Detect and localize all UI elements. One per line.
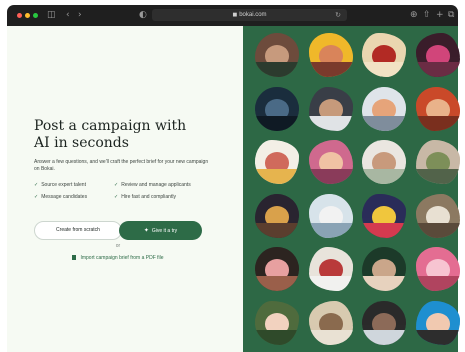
photo-layer [309,61,353,77]
creator-photo [416,301,460,345]
photo-layer [362,168,406,184]
photo-layer [309,115,353,131]
creator-photo [309,247,353,291]
share-icon[interactable]: ⇧ [423,9,431,21]
creator-photo [255,301,299,345]
address-bar[interactable]: ■ bokai.com ↻ [152,9,347,21]
photo-layer [416,115,460,131]
chevron-left-icon[interactable]: ‹ [66,9,70,21]
minimize-window-button[interactable] [25,13,30,18]
check-icon: ✓ [34,182,39,188]
feature-item: ✓ Review and manage applicants [114,182,214,188]
creator-photo [362,247,406,291]
creator-photo [362,140,406,184]
url-text: bokai.com [239,12,267,18]
give-it-a-try-label: Give it a try [151,228,178,234]
feature-label: Review and manage applicants [121,182,191,188]
photo-layer [309,222,353,238]
photo-layer [255,115,299,131]
sidebar-icon[interactable]: ◫ [47,9,56,21]
photo-layer [416,275,460,291]
creator-photo [416,194,460,238]
page-subtitle: Answer a few questions, and we'll craft … [34,159,209,172]
download-icon[interactable]: ⊕ [410,9,418,21]
creator-photo [362,194,406,238]
lock-icon: ■ [232,12,238,18]
feature-item: ✓ Hire fast and compliantly [114,194,214,200]
photo-layer [362,275,406,291]
creator-photo [309,301,353,345]
creator-photo [255,140,299,184]
creator-photo [416,140,460,184]
feature-item: ✓ Message candidates [34,194,114,200]
creator-photo [255,247,299,291]
photo-layer [309,329,353,345]
feature-list: ✓ Source expert talent ✓ Review and manage… [34,182,224,200]
photo-layer [362,222,406,238]
chevron-right-icon[interactable]: › [78,9,82,21]
creator-photo [309,194,353,238]
create-from-scratch-button[interactable]: Create from scratch [34,221,122,240]
creator-photo-grid [243,26,460,352]
url-display: ■ bokai.com [152,10,347,20]
photo-layer [362,329,406,345]
creator-photo [416,247,460,291]
import-pdf-link[interactable]: Import campaign brief from a PDF file [34,254,202,262]
feature-label: Message candidates [41,194,88,200]
check-icon: ✓ [34,194,39,200]
creator-photo [362,87,406,131]
photo-layer [255,222,299,238]
document-icon [72,255,77,260]
plus-icon[interactable]: + [436,9,444,21]
close-window-button[interactable] [17,13,22,18]
feature-label: Source expert talent [41,182,86,188]
campaign-intro-panel: Post a campaign with AI in seconds Answe… [7,26,243,352]
photo-layer [255,61,299,77]
creator-photo [255,87,299,131]
photo-layer [362,115,406,131]
creator-photo [255,194,299,238]
check-icon: ✓ [114,182,119,188]
or-divider: or [115,243,121,249]
creator-photo [309,33,353,77]
creator-photo [309,140,353,184]
shield-icon[interactable]: ◐ [139,9,147,21]
photo-layer [416,168,460,184]
photo-layer [416,329,460,345]
feature-item: ✓ Source expert talent [34,182,114,188]
browser-toolbar: ◫ ‹ › ◐ ■ bokai.com ↻ ⊕ ⇧ + ⧉ [7,5,458,26]
check-icon: ✓ [114,194,119,200]
maximize-window-button[interactable] [33,13,38,18]
photo-layer [255,275,299,291]
import-pdf-label: Import campaign brief from a PDF file [80,255,164,261]
photo-layer [416,222,460,238]
photo-layer [362,61,406,77]
sparkle-icon: ✦ [143,227,149,234]
photo-layer [255,168,299,184]
photo-layer [255,329,299,345]
give-it-a-try-button[interactable]: ✦ Give it a try [119,221,202,240]
photo-layer [309,168,353,184]
creator-photo [416,87,460,131]
photo-layer [309,275,353,291]
creator-photo [416,33,460,77]
page-title: Post a campaign with AI in seconds [34,118,187,151]
creator-photo [255,33,299,77]
creator-photo [362,33,406,77]
creator-photo [362,301,406,345]
creator-photo [309,87,353,131]
photo-layer [416,61,460,77]
tabs-icon[interactable]: ⧉ [448,9,454,21]
feature-label: Hire fast and compliantly [121,194,176,200]
reload-icon[interactable]: ↻ [335,9,341,21]
